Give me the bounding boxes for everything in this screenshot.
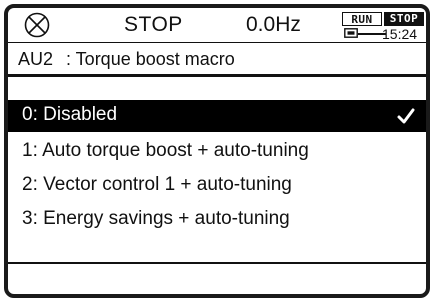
option-label: 2: Vector control 1 + auto-tuning (22, 174, 292, 195)
mode-status: STOP (124, 13, 183, 36)
option-label: 0: Disabled (22, 104, 118, 125)
option-label: 3: Energy savings + auto-tuning (22, 208, 290, 229)
header-divider (8, 74, 426, 77)
option-item-2[interactable]: 2: Vector control 1 + auto-tuning (8, 170, 426, 202)
status-sub: 15:24 (342, 27, 426, 41)
option-item-3[interactable]: 3: Energy savings + auto-tuning (8, 204, 426, 236)
option-label: 1: Auto torque boost + auto-tuning (22, 140, 309, 161)
panel-cassette-icon (344, 28, 358, 38)
footer-divider (8, 262, 426, 264)
circle-x-icon (24, 12, 50, 38)
run-indicator: RUN (342, 12, 382, 26)
stop-indicator: STOP (384, 12, 424, 26)
option-item-0[interactable]: 0: Disabled (8, 100, 426, 132)
parameter-header: AU2 : Torque boost macro (8, 42, 426, 71)
parameter-title: : Torque boost macro (66, 49, 235, 69)
frequency-readout: 0.0Hz (246, 13, 301, 36)
checkmark-icon (397, 108, 415, 124)
option-item-1[interactable]: 1: Auto torque boost + auto-tuning (8, 136, 426, 168)
status-bar: STOP 0.0Hz RUN STOP 15:24 (8, 8, 426, 41)
lcd-display: STOP 0.0Hz RUN STOP 15:24 AU2 : Torque b… (4, 4, 430, 298)
clock: 15:24 (382, 26, 418, 42)
parameter-code: AU2 (18, 49, 54, 69)
